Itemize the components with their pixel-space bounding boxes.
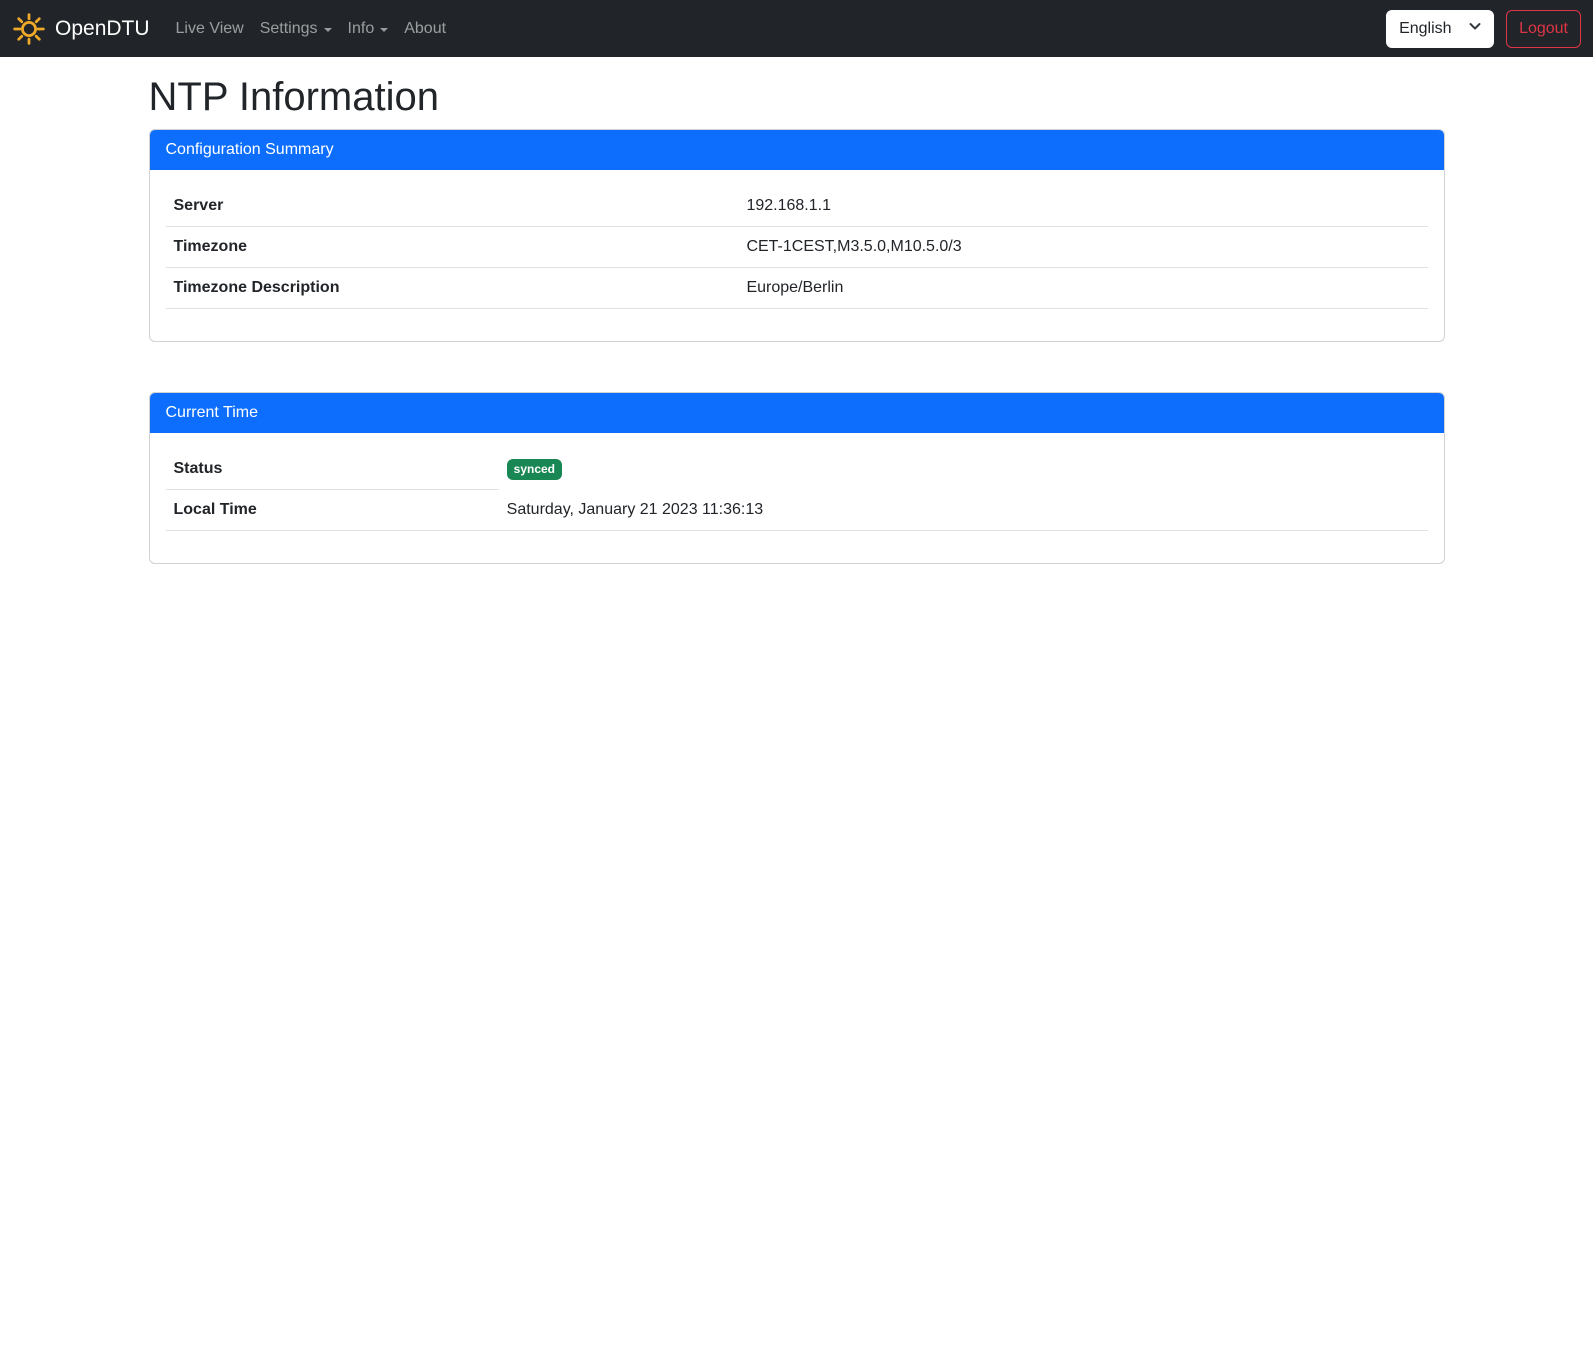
- brand-label: OpenDTU: [55, 17, 150, 41]
- status-badge: synced: [507, 459, 562, 480]
- chevron-down-icon: [1467, 18, 1483, 39]
- nav-menu: Live View Settings Info About: [168, 9, 455, 49]
- nav-item-info[interactable]: Info: [340, 9, 397, 49]
- row-label: Timezone: [166, 227, 739, 268]
- nav-item-label: Info: [348, 17, 375, 41]
- language-select-value: English: [1399, 20, 1451, 38]
- current-time-table: Status synced Local Time Saturday, Janua…: [166, 449, 1428, 531]
- configuration-summary-body: Server 192.168.1.1 Timezone CET-1CEST,M3…: [150, 170, 1444, 341]
- main-content: NTP Information Configuration Summary Se…: [137, 57, 1457, 564]
- row-value: Saturday, January 21 2023 11:36:13: [499, 490, 1428, 531]
- navbar-left: OpenDTU Live View Settings Info About: [12, 9, 454, 49]
- current-time-body: Status synced Local Time Saturday, Janua…: [150, 433, 1444, 563]
- nav-item-settings[interactable]: Settings: [252, 9, 340, 49]
- chevron-down-icon: [380, 28, 388, 32]
- table-row-status: Status synced: [166, 449, 1428, 490]
- chevron-down-icon: [324, 28, 332, 32]
- nav-item-label: Settings: [260, 17, 318, 41]
- configuration-summary-card: Configuration Summary Server 192.168.1.1…: [149, 129, 1445, 342]
- row-value: synced: [499, 449, 1428, 490]
- top-navbar: OpenDTU Live View Settings Info About En…: [0, 0, 1593, 57]
- sun-logo-icon: [12, 12, 46, 46]
- page-title: NTP Information: [149, 73, 1445, 121]
- row-value: Europe/Berlin: [738, 268, 1427, 309]
- table-row-timezone: Timezone CET-1CEST,M3.5.0,M10.5.0/3: [166, 227, 1428, 268]
- row-value: 192.168.1.1: [738, 186, 1427, 227]
- row-label: Local Time: [166, 490, 499, 531]
- language-select[interactable]: English: [1386, 10, 1494, 48]
- table-row-server: Server 192.168.1.1: [166, 186, 1428, 227]
- table-row-timezone-description: Timezone Description Europe/Berlin: [166, 268, 1428, 309]
- configuration-summary-header: Configuration Summary: [150, 130, 1444, 170]
- nav-item-label: Live View: [176, 17, 244, 41]
- nav-item-about[interactable]: About: [396, 9, 454, 49]
- current-time-header: Current Time: [150, 393, 1444, 433]
- configuration-summary-table: Server 192.168.1.1 Timezone CET-1CEST,M3…: [166, 186, 1428, 309]
- logout-button[interactable]: Logout: [1506, 10, 1581, 48]
- row-label: Timezone Description: [166, 268, 739, 309]
- table-row-local-time: Local Time Saturday, January 21 2023 11:…: [166, 490, 1428, 531]
- navbar-right: English Logout: [1386, 10, 1581, 48]
- row-value: CET-1CEST,M3.5.0,M10.5.0/3: [738, 227, 1427, 268]
- nav-item-label: About: [404, 17, 446, 41]
- row-label: Status: [166, 449, 499, 490]
- brand-link[interactable]: OpenDTU: [12, 12, 150, 46]
- row-label: Server: [166, 186, 739, 227]
- current-time-card: Current Time Status synced Local Time Sa…: [149, 392, 1445, 564]
- nav-item-live-view[interactable]: Live View: [168, 9, 252, 49]
